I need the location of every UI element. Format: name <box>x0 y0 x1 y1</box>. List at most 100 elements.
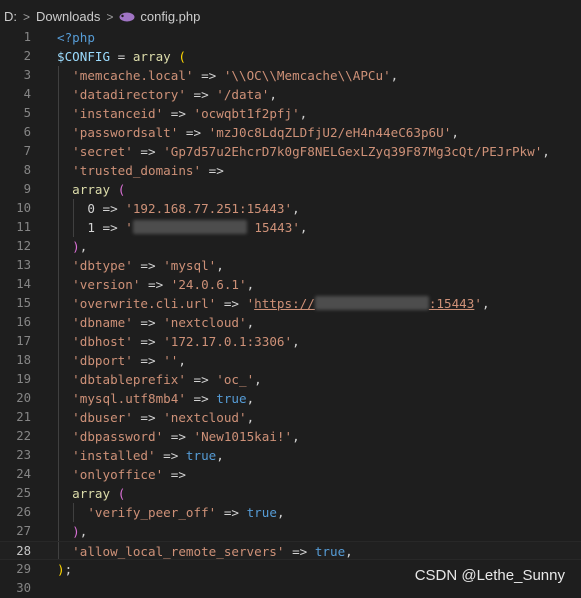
code-line[interactable]: 7 'secret' => 'Gp7d57u2EhcrD7k0gF8NELGex… <box>0 142 581 161</box>
code-line[interactable]: 24 'onlyoffice' => <box>0 465 581 484</box>
line-number: 24 <box>16 467 31 481</box>
code-text: 'datadirectory' => '/data', <box>57 85 277 104</box>
code-token: ( <box>117 182 126 197</box>
code-text: 'version' => '24.0.6.1', <box>57 275 254 294</box>
code-line[interactable]: 28 'allow_local_remote_servers' => true, <box>0 541 581 560</box>
code-text: 'mysql.utf8mb4' => true, <box>57 389 254 408</box>
code-token: => <box>193 68 224 83</box>
code-token: ) <box>72 524 80 539</box>
code-token: '' <box>163 353 179 368</box>
code-text: <?php <box>57 28 95 47</box>
code-token: ; <box>64 562 73 577</box>
code-token: => <box>132 334 164 349</box>
code-text: 'dbuser' => 'nextcloud', <box>57 408 254 427</box>
code-text: 'overwrite.cli.url' => 'https://:15443', <box>57 294 490 313</box>
indent-guide <box>58 389 59 408</box>
code-line[interactable]: 2 $CONFIG = array ( <box>0 47 581 66</box>
code-line[interactable]: 12 ), <box>0 237 581 256</box>
indent-guide <box>58 199 59 218</box>
indent-guide <box>58 66 59 85</box>
code-line[interactable]: 15 'overwrite.cli.url' => ' https://:1544… <box>0 294 581 313</box>
code-token: 0 => <box>57 201 126 216</box>
chevron-right-icon: > <box>23 9 31 24</box>
code-line[interactable]: 13 'dbtype' => 'mysql', <box>0 256 581 275</box>
code-text: 'dbpassword' => 'New1015kai!', <box>57 427 300 446</box>
indent-guide <box>58 180 59 199</box>
code-line[interactable]: 20 'mysql.utf8mb4' => true, <box>0 389 581 408</box>
code-line[interactable]: 5 'instanceid' => 'ocwqbt1f2pfj', <box>0 104 581 123</box>
code-line[interactable]: 22 'dbpassword' => 'New1015kai!', <box>0 427 581 446</box>
code-line[interactable]: 16 'dbname' => 'nextcloud', <box>0 313 581 332</box>
code-token: 'mysql.utf8mb4' <box>72 391 186 406</box>
code-line[interactable]: 14 'version' => '24.0.6.1', <box>0 275 581 294</box>
line-number: 14 <box>16 277 31 291</box>
code-line[interactable]: 23 'installed' => true, <box>0 446 581 465</box>
code-line[interactable]: 19 'dbtableprefix' => 'oc_', <box>0 370 581 389</box>
code-line[interactable]: 26 'verify_peer_off' => true, <box>0 503 581 522</box>
code-text: $CONFIG = array ( <box>57 47 186 66</box>
code-line[interactable]: 4 'datadirectory' => '/data', <box>0 85 581 104</box>
line-number: 29 <box>16 562 31 576</box>
breadcrumb-file-config[interactable]: config.php <box>140 9 200 24</box>
code-token: , <box>292 429 300 444</box>
code-token: => <box>163 106 194 121</box>
code-text: 'memcache.local' => '\\OC\\Memcache\\APC… <box>57 66 398 85</box>
code-line[interactable]: 25 array ( <box>0 484 581 503</box>
redacted-text <box>314 296 429 310</box>
code-token: => <box>284 544 315 559</box>
indent-guide <box>58 503 59 522</box>
url-token: https:// <box>254 296 315 311</box>
code-line[interactable]: 21 'dbuser' => 'nextcloud', <box>0 408 581 427</box>
code-text: 'dbport' => '', <box>57 351 186 370</box>
code-line[interactable]: 18 'dbport' => '', <box>0 351 581 370</box>
code-token: 'oc_' <box>216 372 255 387</box>
code-token: 'New1015kai!' <box>193 429 293 444</box>
line-number: 12 <box>16 239 31 253</box>
indent-guide <box>58 313 59 332</box>
indent-guide <box>58 237 59 256</box>
code-line[interactable]: 9 array ( <box>0 180 581 199</box>
code-token: , <box>246 315 255 330</box>
code-line[interactable]: 1 <?php <box>0 28 581 47</box>
code-token: , <box>292 201 300 216</box>
code-token: 'onlyoffice' <box>72 467 164 482</box>
code-line[interactable]: 10 0 => '192.168.77.251:15443', <box>0 199 581 218</box>
code-token: 'mysql' <box>163 258 217 273</box>
breadcrumb-folder-downloads[interactable]: Downloads <box>36 9 100 24</box>
code-line[interactable]: 17 'dbhost' => '172.17.0.1:3306', <box>0 332 581 351</box>
line-number: 7 <box>23 144 31 158</box>
code-text: 'dbhost' => '172.17.0.1:3306', <box>57 332 300 351</box>
code-text: array ( <box>57 180 125 199</box>
code-line[interactable]: 3 'memcache.local' => '\\OC\\Memcache\\A… <box>0 66 581 85</box>
indent-guide <box>58 275 59 294</box>
breadcrumb-drive[interactable]: D: <box>4 9 17 24</box>
code-token: 'nextcloud' <box>163 410 247 425</box>
code-token: => <box>163 467 186 482</box>
code-line[interactable]: 8 'trusted_domains' => <box>0 161 581 180</box>
code-token: 1 => <box>57 220 126 235</box>
code-token: = <box>110 49 133 64</box>
code-token: , <box>216 448 224 463</box>
code-token: 'mzJ0c8LdqZLDfjU2/eH4n44eC63p6U' <box>208 125 452 140</box>
line-number: 19 <box>16 372 31 386</box>
code-line[interactable]: 6 'passwordsalt' => 'mzJ0c8LdqZLDfjU2/eH… <box>0 123 581 142</box>
line-number: 1 <box>23 30 31 44</box>
code-line[interactable]: 27 ), <box>0 522 581 541</box>
code-token: 'dbhost' <box>72 334 133 349</box>
line-number: 17 <box>16 334 31 348</box>
code-line[interactable]: 11 1 => ' 15443', <box>0 218 581 237</box>
code-token: 'dbport' <box>72 353 133 368</box>
indent-guide <box>58 142 59 161</box>
code-editor[interactable]: 1 <?php 2 $CONFIG = array (3 'memcache.loca… <box>0 28 581 595</box>
code-token: 'allow_local_remote_servers' <box>72 544 285 559</box>
code-text: 0 => '192.168.77.251:15443', <box>57 199 300 218</box>
code-token: 'memcache.local' <box>72 68 194 83</box>
